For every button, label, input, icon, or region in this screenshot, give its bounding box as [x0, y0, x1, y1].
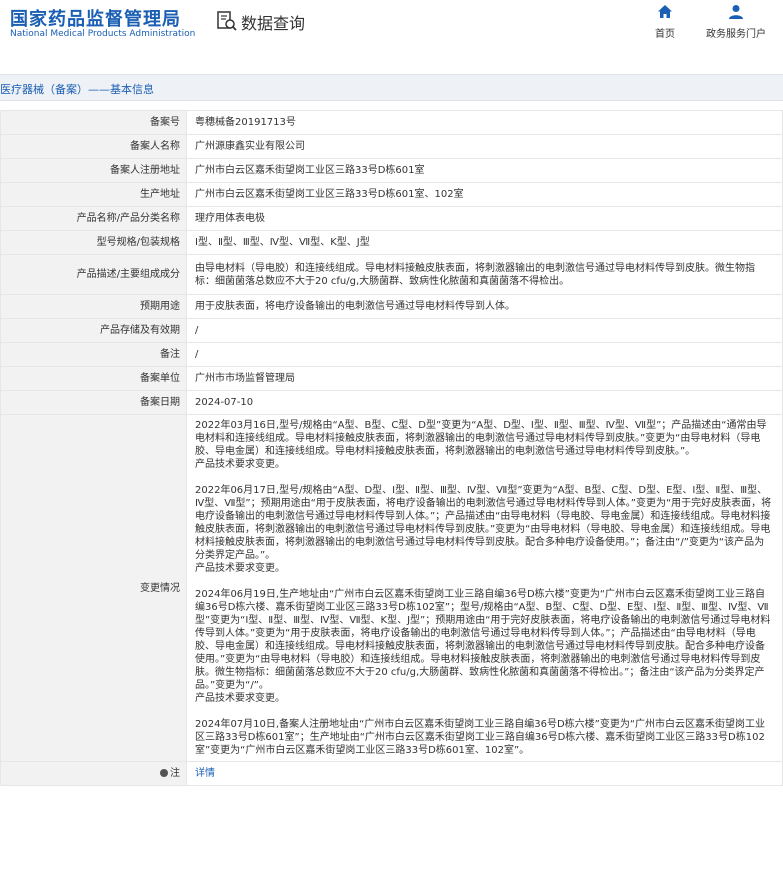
nav-service-portal[interactable]: 政务服务门户 [701, 3, 771, 40]
breadcrumb: 医疗器械（备案）——基本信息 [0, 83, 154, 96]
row-value: Ⅰ型、Ⅱ型、Ⅲ型、Ⅳ型、Ⅶ型、K型、J型 [186, 230, 783, 255]
table-row: 备案号 粤穗械备20191713号 [0, 110, 783, 135]
site-logo-subtitle: National Medical Products Administration [10, 29, 196, 39]
row-value: 广州市白云区嘉禾街望岗工业区三路33号D栋601室、102室 [186, 182, 783, 207]
table-row: 备案单位 广州市市场监督管理局 [0, 366, 783, 391]
row-value: 广州市市场监督管理局 [186, 366, 783, 391]
row-value: / [186, 342, 783, 367]
detail-table: 备案号 粤穗械备20191713号 备案人名称 广州源康鑫实业有限公司 备案人注… [0, 110, 783, 786]
table-row: 备注 / [0, 342, 783, 367]
table-row: 预期用途 用于皮肤表面，将电疗设备输出的电刺激信号通过导电材料传导到人体。 [0, 294, 783, 319]
table-row-note: 注 详情 [0, 761, 783, 786]
change-entry: 2022年06月17日,型号/规格由“A型、D型、Ⅰ型、Ⅱ型、Ⅲ型、Ⅳ型、Ⅶ型”… [195, 485, 772, 574]
table-row: 备案人注册地址 广州市白云区嘉禾街望岗工业区三路33号D栋601室 [0, 158, 783, 183]
data-query-icon [217, 11, 237, 31]
data-query-label: 数据查询 [241, 14, 306, 33]
row-label: 预期用途 [0, 294, 187, 319]
row-value: 广州源康鑫实业有限公司 [186, 134, 783, 159]
changes-label: 变更情况 [0, 414, 187, 762]
row-value: 广州市白云区嘉禾街望岗工业区三路33号D栋601室 [186, 158, 783, 183]
site-logo-title[interactable]: 国家药品监督管理局 [10, 5, 181, 31]
note-label-cell: 注 [0, 761, 187, 786]
table-row: 产品存储及有效期 / [0, 318, 783, 343]
row-label: 产品存储及有效期 [0, 318, 187, 343]
row-label: 备案日期 [0, 390, 187, 415]
details-link[interactable]: 详情 [195, 768, 215, 779]
row-value: 理疗用体表电极 [186, 206, 783, 231]
changes-value: 2022年03月16日,型号/规格由“A型、B型、C型、D型”变更为“A型、D型… [186, 414, 783, 762]
nav-service-label: 政务服务门户 [706, 29, 766, 40]
nav-home[interactable]: 首页 [650, 3, 680, 40]
table-row: 备案人名称 广州源康鑫实业有限公司 [0, 134, 783, 159]
user-icon [729, 5, 743, 19]
table-row: 型号规格/包装规格 Ⅰ型、Ⅱ型、Ⅲ型、Ⅳ型、Ⅶ型、K型、J型 [0, 230, 783, 255]
row-label: 备案单位 [0, 366, 187, 391]
table-row-changes: 变更情况 2022年03月16日,型号/规格由“A型、B型、C型、D型”变更为“… [0, 414, 783, 762]
breadcrumb-bar: 医疗器械（备案）——基本信息 [0, 74, 783, 101]
row-label: 备注 [0, 342, 187, 367]
change-entry: 2024年06月19日,生产地址由“广州市白云区嘉禾街望岗工业三路自编36号D栋… [195, 589, 771, 704]
table-row: 备案日期 2024-07-10 [0, 390, 783, 415]
row-label: 备案人注册地址 [0, 158, 187, 183]
row-value: 由导电材料（导电胶）和连接线组成。导电材料接触皮肤表面，将刺激器输出的电刺激信号… [186, 254, 783, 295]
change-entry: 2022年03月16日,型号/规格由“A型、B型、C型、D型”变更为“A型、D型… [195, 420, 767, 470]
table-row: 产品描述/主要组成成分 由导电材料（导电胶）和连接线组成。导电材料接触皮肤表面，… [0, 254, 783, 295]
table-row: 生产地址 广州市白云区嘉禾街望岗工业区三路33号D栋601室、102室 [0, 182, 783, 207]
change-entry: 2024年07月10日,备案人注册地址由“广州市白云区嘉禾街望岗工业三路自编36… [195, 719, 766, 756]
nav-home-label: 首页 [655, 29, 675, 40]
row-value: / [186, 318, 783, 343]
row-value: 2024-07-10 [186, 390, 783, 415]
home-icon [658, 5, 672, 18]
site-header: 国家药品监督管理局 National Medical Products Admi… [0, 0, 783, 56]
row-label: 产品描述/主要组成成分 [0, 254, 187, 295]
pin-icon [160, 769, 168, 777]
row-label: 型号规格/包装规格 [0, 230, 187, 255]
row-label: 备案人名称 [0, 134, 187, 159]
table-row: 产品名称/产品分类名称 理疗用体表电极 [0, 206, 783, 231]
row-value: 用于皮肤表面，将电疗设备输出的电刺激信号通过导电材料传导到人体。 [186, 294, 783, 319]
note-value: 详情 [186, 761, 783, 786]
row-label: 备案号 [0, 110, 187, 135]
row-label: 生产地址 [0, 182, 187, 207]
row-value: 粤穗械备20191713号 [186, 110, 783, 135]
note-label: 注 [170, 768, 180, 779]
row-label: 产品名称/产品分类名称 [0, 206, 187, 231]
